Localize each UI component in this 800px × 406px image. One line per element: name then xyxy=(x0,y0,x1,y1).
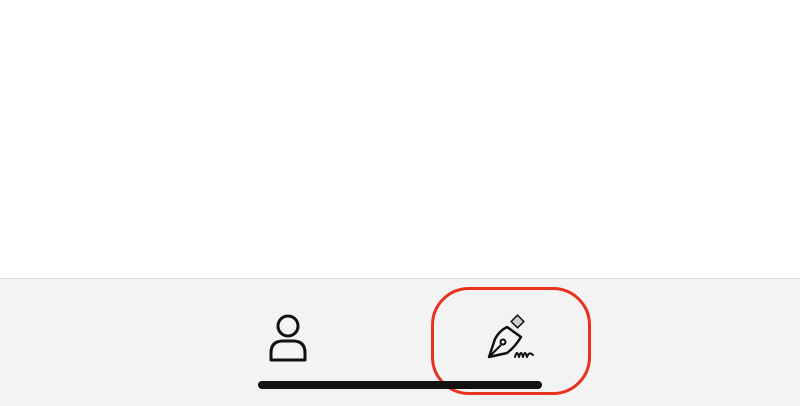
tab-sign[interactable] xyxy=(466,309,556,369)
home-indicator xyxy=(258,381,542,389)
tab-profile[interactable] xyxy=(243,309,333,369)
content-area xyxy=(0,0,800,278)
pen-nib-signature-icon xyxy=(487,314,534,359)
app-screen xyxy=(0,0,800,406)
person-icon xyxy=(269,314,307,362)
